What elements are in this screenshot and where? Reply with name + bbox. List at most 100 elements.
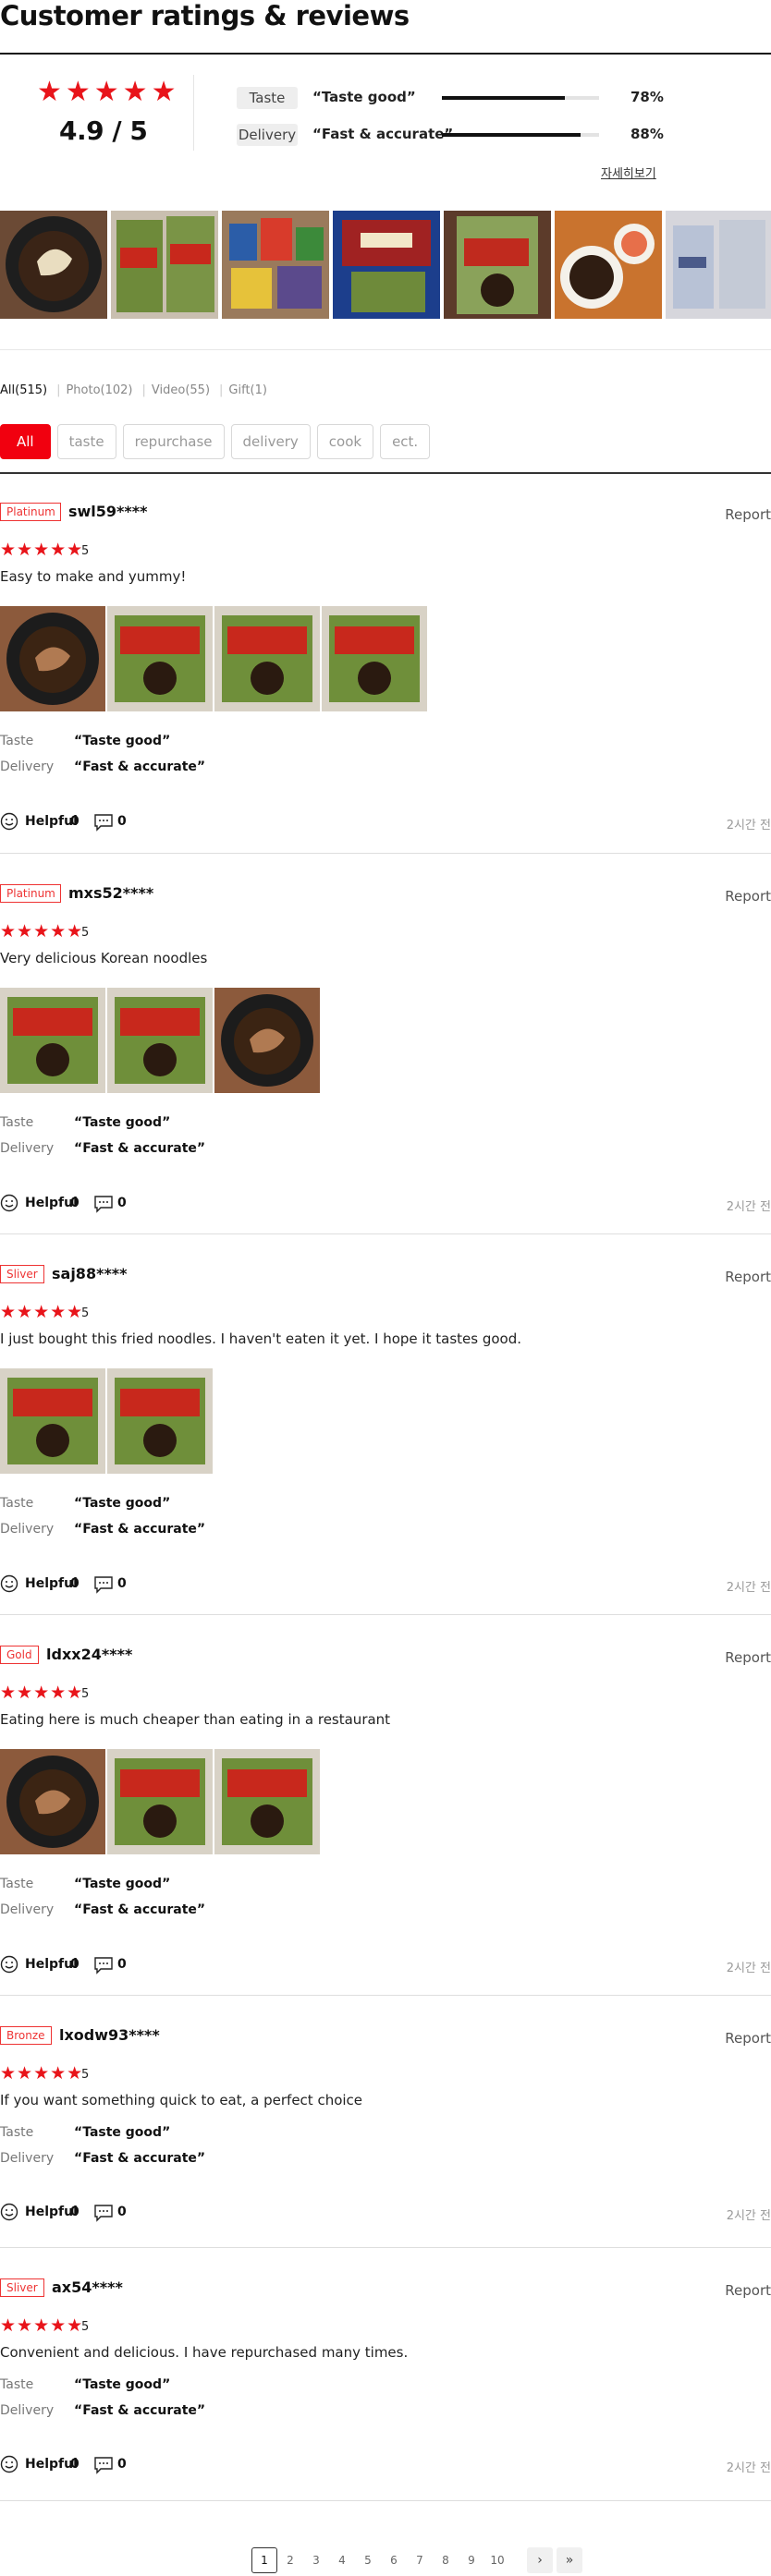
review-photo-thumb[interactable] [333, 211, 440, 319]
review-photo[interactable] [0, 1749, 105, 1854]
review-photo[interactable] [214, 1749, 320, 1854]
attribute-percent: 88% [630, 126, 664, 142]
report-button[interactable]: Report [725, 1269, 771, 1285]
report-button[interactable]: Report [725, 2282, 771, 2299]
review-text: Convenient and delicious. I have repurch… [0, 2344, 409, 2361]
page-1-button[interactable]: 1 [251, 2547, 277, 2573]
tab-separator: | [141, 383, 146, 397]
smile-icon[interactable] [0, 1194, 18, 1212]
summary-stars: ★★★★★ [37, 76, 180, 108]
review-photo[interactable] [107, 1749, 213, 1854]
review-divider [0, 2247, 771, 2248]
member-badge: Bronze [0, 2026, 52, 2045]
chip-all[interactable]: All [0, 424, 51, 459]
reviewer-name: ax54**** [52, 2278, 123, 2296]
page-4-button[interactable]: 4 [329, 2547, 355, 2573]
smile-icon[interactable] [0, 812, 18, 831]
average-score: 4.9 / 5 [59, 115, 148, 146]
attribute-label: Taste [237, 87, 298, 109]
tab-all[interactable]: All(515) [0, 383, 56, 397]
report-button[interactable]: Report [725, 888, 771, 905]
tab-photo[interactable]: Photo(102) [66, 383, 141, 397]
review-divider [0, 1233, 771, 1234]
reviewer-name: saj88**** [52, 1265, 128, 1282]
chip-etc[interactable]: ect. [380, 424, 431, 459]
review-text: Very delicious Korean noodles [0, 950, 208, 966]
tab-gift[interactable]: Gift(1) [228, 383, 276, 397]
review-photo[interactable] [107, 988, 213, 1093]
chip-repurchase[interactable]: repurchase [122, 424, 225, 459]
comment-icon[interactable] [93, 2204, 114, 2222]
tab-separator: | [56, 383, 61, 397]
page-2-button[interactable]: 2 [277, 2547, 303, 2573]
review-photos [0, 988, 320, 1093]
comment-icon[interactable] [93, 2456, 114, 2474]
review-rating: 5 [81, 2068, 90, 2082]
review-photo[interactable] [0, 606, 105, 711]
page-7-button[interactable]: 7 [407, 2547, 433, 2573]
review-photo-thumb[interactable] [111, 211, 218, 319]
review-rating: 5 [81, 544, 90, 558]
keyword-chips: All taste repurchase delivery cook ect. [0, 424, 431, 459]
smile-icon[interactable] [0, 1574, 18, 1593]
review-photo[interactable] [0, 988, 105, 1093]
tab-video[interactable]: Video(55) [152, 383, 219, 397]
reviewer-name: swl59**** [68, 503, 148, 520]
smile-icon[interactable] [0, 1955, 18, 1974]
review-divider [0, 853, 771, 854]
comment-icon[interactable] [93, 813, 114, 832]
attribute-row-taste: Taste “Taste good” 78% [237, 87, 664, 109]
next-page-button[interactable]: › [527, 2547, 553, 2573]
review-stars: ★★★★★ [0, 2063, 84, 2084]
smile-icon[interactable] [0, 2455, 18, 2473]
review-photo-strip[interactable] [0, 211, 771, 319]
report-button[interactable]: Report [725, 506, 771, 523]
review-photo[interactable] [0, 1368, 105, 1474]
review-time: 2시간 전 [726, 1581, 771, 1595]
taste-value: “Taste good” [74, 2125, 171, 2140]
filter-tabs: All(515) | Photo(102) | Video(55) | Gift(1) [0, 383, 276, 397]
review-photo-thumb[interactable] [666, 211, 771, 319]
review-footer: Helpful 0 0 2시간 전 [0, 1194, 771, 1214]
member-badge: Gold [0, 1646, 39, 1664]
page-9-button[interactable]: 9 [459, 2547, 484, 2573]
review-photo-thumb[interactable] [222, 211, 329, 319]
review-photo-thumb[interactable] [555, 211, 662, 319]
chip-delivery[interactable]: delivery [230, 424, 311, 459]
review-photo[interactable] [214, 988, 320, 1093]
page-3-button[interactable]: 3 [303, 2547, 329, 2573]
report-button[interactable]: Report [725, 1649, 771, 1666]
page-8-button[interactable]: 8 [433, 2547, 459, 2573]
comment-icon[interactable] [93, 1956, 114, 1975]
report-button[interactable]: Report [725, 2030, 771, 2047]
taste-label: Taste [0, 734, 34, 748]
summary-divider [193, 75, 194, 151]
double-chevron-right-icon: » [565, 2553, 574, 2568]
review-photo[interactable] [322, 606, 427, 711]
review-photo[interactable] [107, 1368, 213, 1474]
delivery-value: “Fast & accurate” [74, 1141, 206, 1156]
taste-value: “Taste good” [74, 2377, 171, 2392]
chip-taste[interactable]: taste [56, 424, 116, 459]
reviewer-name: lxodw93**** [59, 2026, 160, 2044]
member-badge: Sliver [0, 2278, 44, 2297]
helpful-count: 0 [70, 1957, 80, 1972]
helpful-count: 0 [70, 814, 80, 829]
review-photo-thumb[interactable] [444, 211, 551, 319]
smile-icon[interactable] [0, 2203, 18, 2221]
comment-icon[interactable] [93, 1575, 114, 1594]
chip-cook[interactable]: cook [316, 424, 374, 459]
page-10-button[interactable]: 10 [484, 2547, 510, 2573]
review-photo-thumb[interactable] [0, 211, 107, 319]
last-page-button[interactable]: » [557, 2547, 582, 2573]
more-details-link[interactable]: 자세히보기 [601, 164, 656, 181]
page-6-button[interactable]: 6 [381, 2547, 407, 2573]
review-rating: 5 [81, 1306, 90, 1320]
review-photo[interactable] [107, 606, 213, 711]
helpful-count: 0 [70, 1576, 80, 1591]
attribute-label: Delivery [237, 124, 298, 146]
page-5-button[interactable]: 5 [355, 2547, 381, 2573]
review-photo[interactable] [214, 606, 320, 711]
review-time: 2시간 전 [726, 2461, 771, 2475]
comment-icon[interactable] [93, 1195, 114, 1213]
